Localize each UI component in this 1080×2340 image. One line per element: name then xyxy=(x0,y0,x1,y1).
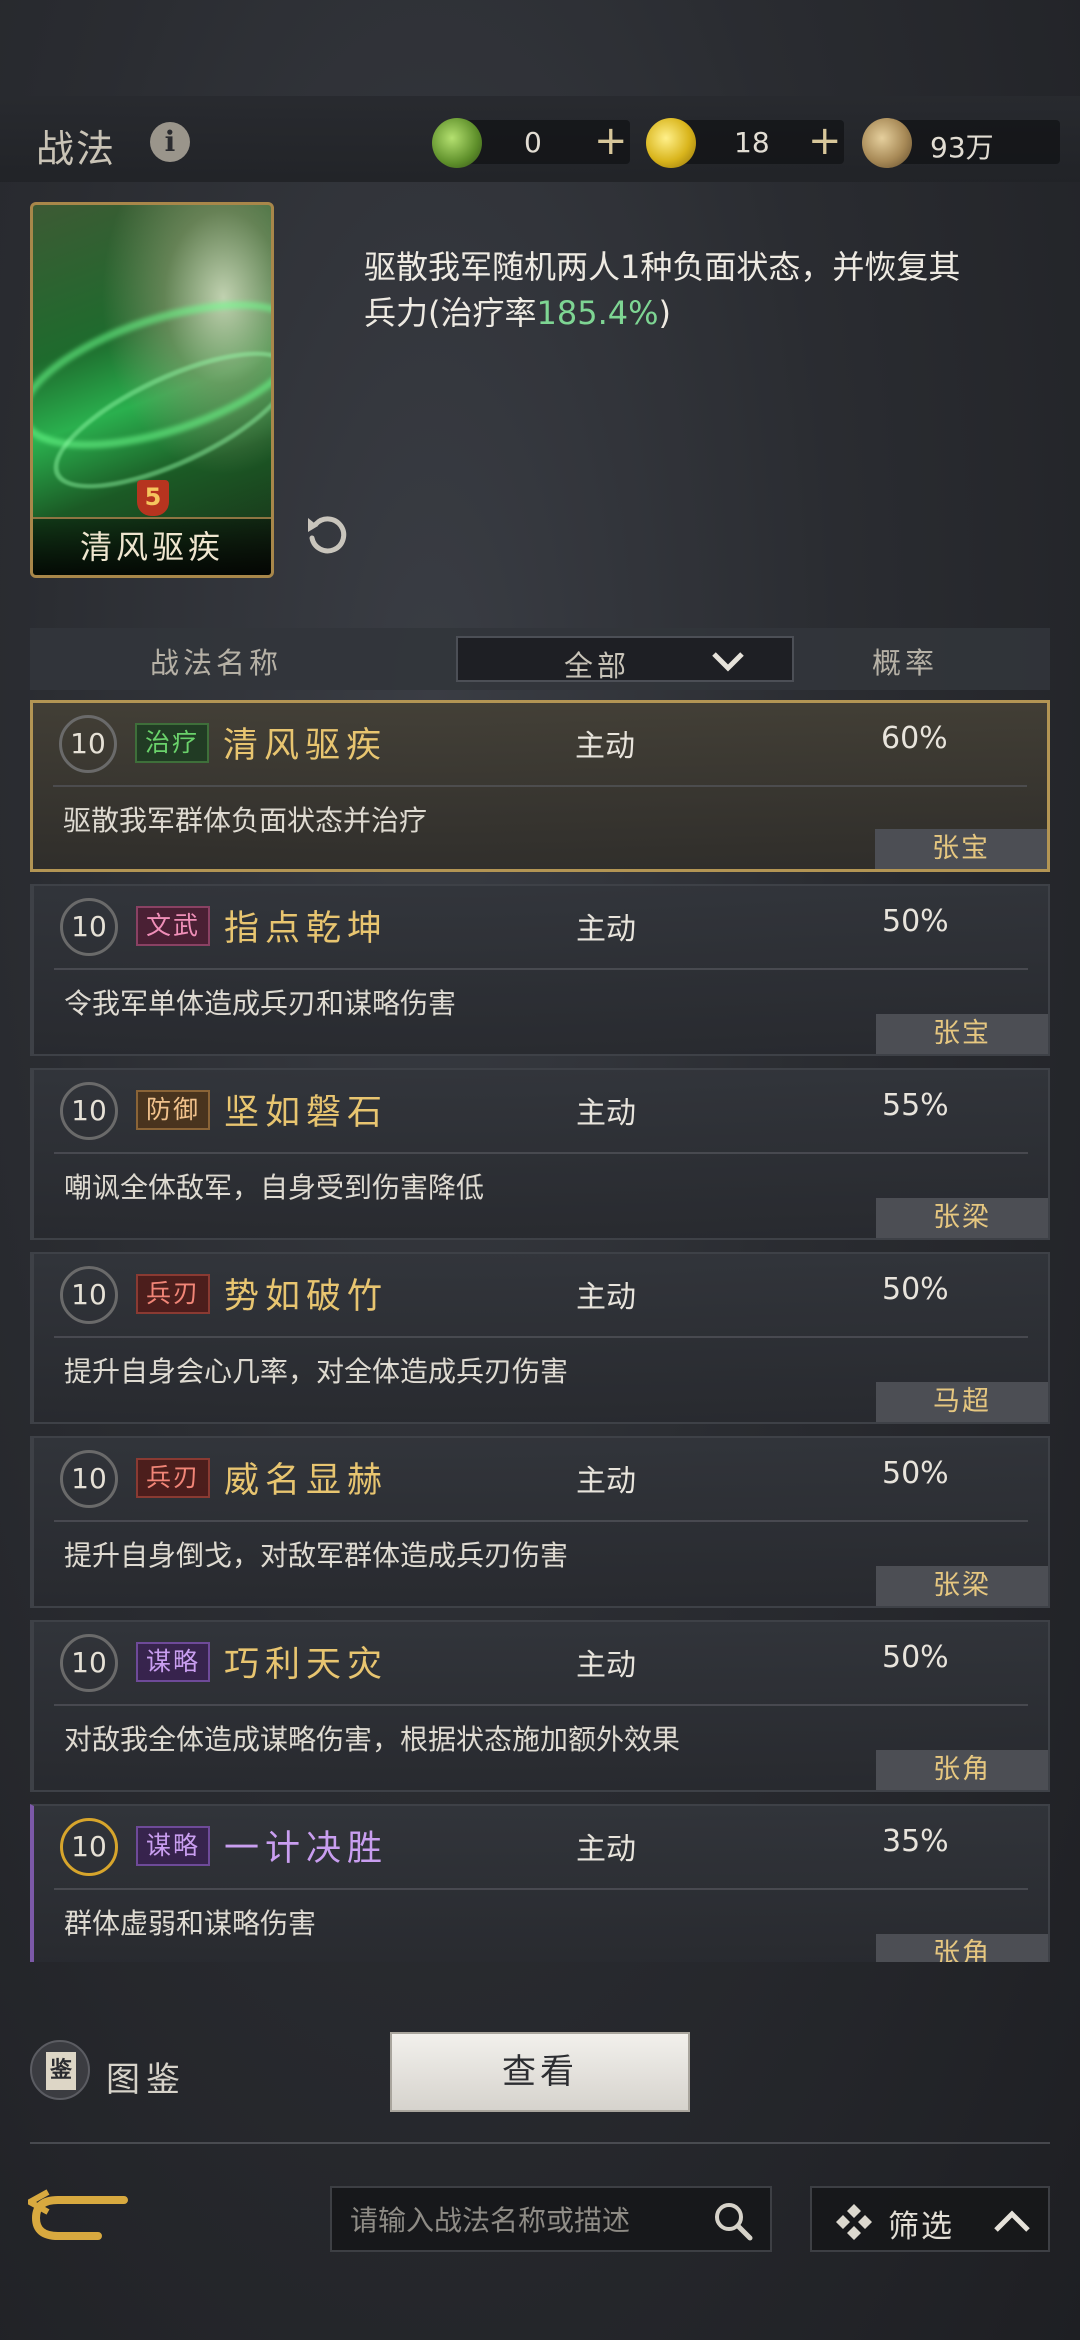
skill-owner: 马超 xyxy=(876,1382,1048,1422)
search-input[interactable] xyxy=(350,2200,710,2240)
filter-label: 筛选 xyxy=(888,2209,954,2245)
skill-level: 10 xyxy=(59,715,117,773)
column-rate: 概率 xyxy=(872,646,939,680)
currency-copper: 93万 xyxy=(862,118,1060,168)
skill-row[interactable]: 10 兵刃 势如破竹 主动 50% 提升自身会心几率，对全体造成兵刃伤害 马超 xyxy=(30,1252,1050,1424)
add-jade-button[interactable]: + xyxy=(594,118,628,164)
skill-owner: 张角 xyxy=(876,1934,1048,1962)
skill-row[interactable]: 10 文武 指点乾坤 主动 50% 令我军单体造成兵刃和谋略伤害 张宝 xyxy=(30,884,1050,1056)
skill-rate: 50% xyxy=(882,1640,949,1675)
divider xyxy=(30,2142,1050,2144)
skill-type: 主动 xyxy=(576,912,636,947)
skill-name: 巧利天灾 xyxy=(224,1645,389,1685)
skill-summary: 对敌我全体造成谋略伤害，根据状态施加额外效果 xyxy=(64,1723,681,1756)
heal-rate-value: 185.4% xyxy=(536,294,659,332)
skill-summary: 提升自身倒戈，对敌军群体造成兵刃伤害 xyxy=(64,1539,569,1572)
skill-description: 驱散我军随机两人1种负面状态，并恢复其兵力(治疗率185.4%) xyxy=(364,248,961,332)
category-filter-dropdown[interactable]: 全部 xyxy=(456,636,794,683)
selected-skill-card: 5 清风驱疾 xyxy=(30,202,274,578)
search-box[interactable] xyxy=(330,2186,772,2252)
chevron-down-icon xyxy=(712,652,744,672)
skill-level: 10 xyxy=(60,898,118,956)
skill-row[interactable]: 10 治疗 清风驱疾 主动 60% 驱散我军群体负面状态并治疗 张宝 xyxy=(30,700,1050,872)
dropdown-selected-value: 全部 xyxy=(564,649,631,683)
card-skill-name: 清风驱疾 xyxy=(33,517,271,575)
currency-jade: 0 + xyxy=(432,118,630,168)
skill-rate: 50% xyxy=(882,1272,949,1307)
skill-category-tag: 治疗 xyxy=(135,723,210,763)
skill-type: 主动 xyxy=(576,1280,636,1315)
skill-name: 指点乾坤 xyxy=(224,909,389,949)
skill-owner: 张角 xyxy=(876,1750,1048,1790)
skill-summary: 提升自身会心几率，对全体造成兵刃伤害 xyxy=(64,1355,569,1388)
back-arrow-icon[interactable] xyxy=(28,2186,132,2246)
currency-value: 93万 xyxy=(930,131,994,164)
skill-name: 一计决胜 xyxy=(224,1829,389,1869)
skill-row[interactable]: 10 防御 坚如磐石 主动 55% 嘲讽全体敌军，自身受到伤害降低 张梁 xyxy=(30,1068,1050,1240)
chevron-up-icon[interactable] xyxy=(990,2202,1034,2240)
filter-button[interactable]: 筛选 xyxy=(810,2186,1050,2252)
skill-rate: 60% xyxy=(881,721,948,756)
skill-level: 10 xyxy=(60,1634,118,1692)
skill-summary: 群体虚弱和谋略伤害 xyxy=(64,1907,317,1940)
skill-owner: 张梁 xyxy=(876,1198,1048,1238)
skill-summary: 驱散我军群体负面状态并治疗 xyxy=(63,804,428,837)
currency-value: 18 xyxy=(734,126,770,159)
skill-type: 主动 xyxy=(576,1096,636,1131)
skill-name: 坚如磐石 xyxy=(224,1093,389,1133)
skill-owner: 张宝 xyxy=(876,1014,1048,1054)
skill-level: 10 xyxy=(60,1450,118,1508)
skill-type: 主动 xyxy=(576,1832,636,1867)
info-icon[interactable]: i xyxy=(150,122,190,162)
skill-category-tag: 谋略 xyxy=(136,1642,211,1682)
skill-rank-badge: 5 xyxy=(137,480,169,516)
skill-summary: 令我军单体造成兵刃和谋略伤害 xyxy=(64,987,457,1020)
reset-icon[interactable] xyxy=(302,510,352,560)
copper-coin-icon xyxy=(862,118,912,168)
skill-category-tag: 兵刃 xyxy=(136,1458,211,1498)
skill-category-tag: 防御 xyxy=(136,1090,211,1130)
skill-rate: 50% xyxy=(882,904,949,939)
skill-name: 威名显赫 xyxy=(224,1461,389,1501)
skill-category-tag: 谋略 xyxy=(136,1826,211,1866)
gold-coin-icon xyxy=(646,118,696,168)
skill-type: 主动 xyxy=(576,1648,636,1683)
skill-rate: 55% xyxy=(882,1088,949,1123)
skill-owner: 张宝 xyxy=(875,829,1047,869)
skill-table-header: 战法名称 全部 概率 xyxy=(30,628,1050,690)
skill-row[interactable]: 10 谋略 巧利天灾 主动 50% 对敌我全体造成谋略伤害，根据状态施加额外效果… xyxy=(30,1620,1050,1792)
skill-row[interactable]: 10 谋略 一计决胜 主动 35% 群体虚弱和谋略伤害 张角 xyxy=(30,1804,1050,1962)
search-icon[interactable] xyxy=(712,2200,754,2242)
skill-level: 10 xyxy=(60,1266,118,1324)
currency-value: 0 xyxy=(524,126,542,159)
skill-name: 清风驱疾 xyxy=(223,726,388,766)
filter-icon xyxy=(836,2204,872,2240)
page-title: 战法 xyxy=(36,127,117,171)
skill-summary: 嘲讽全体敌军，自身受到伤害降低 xyxy=(64,1171,485,1204)
codex-icon[interactable]: 鉴 xyxy=(30,2040,90,2100)
add-gold-button[interactable]: + xyxy=(808,118,842,164)
skill-rate: 35% xyxy=(882,1824,949,1859)
skill-level: 10 xyxy=(60,1818,118,1876)
skill-category-tag: 文武 xyxy=(136,906,211,946)
currency-gold: 18 + xyxy=(646,118,844,168)
codex-label[interactable]: 图鉴 xyxy=(106,2052,186,2101)
skill-row[interactable]: 10 兵刃 威名显赫 主动 50% 提升自身倒戈，对敌军群体造成兵刃伤害 张梁 xyxy=(30,1436,1050,1608)
skill-type: 主动 xyxy=(575,729,635,764)
skill-rate: 50% xyxy=(882,1456,949,1491)
skill-list[interactable]: 10 治疗 清风驱疾 主动 60% 驱散我军群体负面状态并治疗 张宝 10 文武… xyxy=(30,700,1050,1962)
column-skill-name: 战法名称 xyxy=(150,646,283,680)
skill-owner: 张梁 xyxy=(876,1566,1048,1606)
skill-category-tag: 兵刃 xyxy=(136,1274,211,1314)
skill-name: 势如破竹 xyxy=(224,1277,389,1317)
skill-level: 10 xyxy=(60,1082,118,1140)
skill-type: 主动 xyxy=(576,1464,636,1499)
jade-icon xyxy=(432,118,482,168)
view-button[interactable]: 查看 xyxy=(390,2032,690,2112)
